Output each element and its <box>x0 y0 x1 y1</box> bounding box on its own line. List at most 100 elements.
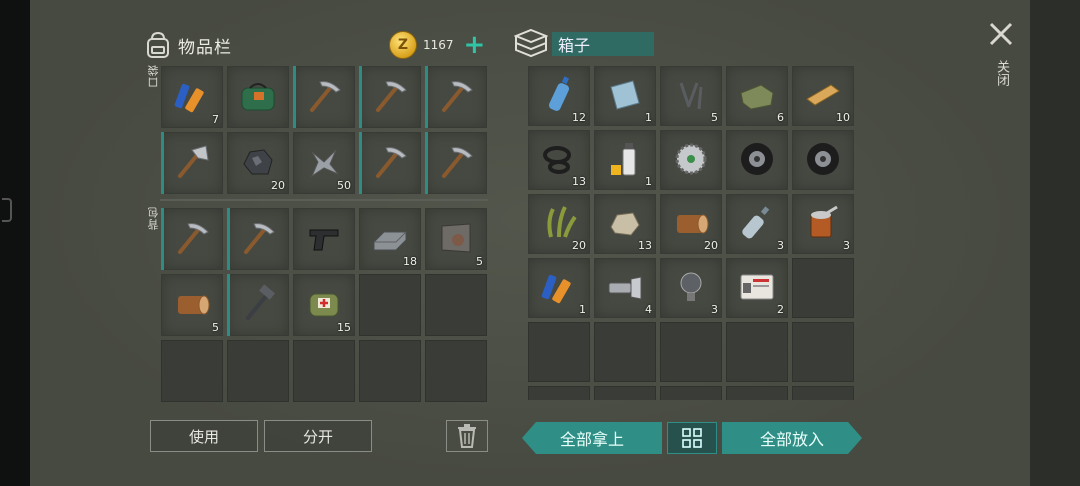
box-slot[interactable] <box>660 386 722 400</box>
box-slot[interactable]: 3 <box>726 194 788 254</box>
backpack-slot[interactable] <box>425 274 487 336</box>
box-slot[interactable]: 4 <box>594 258 656 318</box>
inventory-title: 物品栏 <box>178 37 232 58</box>
box-slot[interactable]: 12 <box>528 66 590 126</box>
item-quantity: 1 <box>645 175 652 188</box>
spray-paint-icon <box>603 137 647 181</box>
backpack-slot[interactable] <box>293 208 355 270</box>
box-slot[interactable] <box>528 386 590 400</box>
box-slot[interactable] <box>726 386 788 400</box>
pockets-slot[interactable] <box>425 132 487 194</box>
trash-button[interactable] <box>446 420 488 452</box>
backpack-slot[interactable] <box>425 340 487 402</box>
tire-icon <box>801 137 845 181</box>
screen-edge-right <box>1030 0 1080 486</box>
trash-icon <box>458 424 476 448</box>
backpack-slot[interactable] <box>227 340 289 402</box>
coin-count: 1167 <box>423 38 454 52</box>
pockets-slot[interactable] <box>359 66 421 128</box>
box-slot[interactable]: 20 <box>660 194 722 254</box>
put-all-button[interactable]: 全部放入 <box>722 422 862 454</box>
close-icon[interactable] <box>987 20 1015 48</box>
box-slot[interactable]: 2 <box>726 258 788 318</box>
item-quantity: 20 <box>572 239 586 252</box>
backpack-slot[interactable] <box>227 208 289 270</box>
backpack-slot[interactable] <box>161 340 223 402</box>
box-slot[interactable] <box>792 386 854 400</box>
pockets-slot[interactable]: 7 <box>161 66 223 128</box>
box-slot[interactable]: 3 <box>792 194 854 254</box>
item-quantity: 10 <box>836 111 850 124</box>
item-quantity: 4 <box>645 303 652 316</box>
box-slot[interactable]: 13 <box>528 130 590 190</box>
pockets-grid: 7 20 50 <box>161 66 487 194</box>
pickaxe-icon <box>434 74 478 118</box>
backpack-slot[interactable] <box>293 340 355 402</box>
box-slot[interactable]: 10 <box>792 66 854 126</box>
plastic-bottle-icon <box>735 201 779 245</box>
coin-icon: Z <box>389 31 417 59</box>
backpack-slot[interactable]: 5 <box>425 208 487 270</box>
box-slot[interactable]: 1 <box>594 66 656 126</box>
pockets-slot[interactable] <box>425 66 487 128</box>
item-quantity: 7 <box>212 113 219 126</box>
pockets-slot[interactable]: 50 <box>293 132 355 194</box>
pockets-slot[interactable] <box>227 66 289 128</box>
box-slot[interactable] <box>792 322 854 382</box>
item-quantity: 6 <box>777 111 784 124</box>
log-icon <box>170 282 214 326</box>
box-slot[interactable] <box>594 386 656 400</box>
light-bulb-icon <box>669 265 713 309</box>
box-slot[interactable] <box>726 130 788 190</box>
box-slot[interactable] <box>594 322 656 382</box>
backpack-slot[interactable] <box>227 274 289 336</box>
box-slot[interactable] <box>726 322 788 382</box>
box-slot[interactable] <box>792 258 854 318</box>
box-slot[interactable] <box>660 130 722 190</box>
pickaxe-icon <box>236 216 280 260</box>
backpack-slot[interactable]: 15 <box>293 274 355 336</box>
box-slot[interactable] <box>660 322 722 382</box>
box-slot[interactable]: 13 <box>594 194 656 254</box>
item-quantity: 5 <box>476 255 483 268</box>
pockets-slot[interactable]: 20 <box>227 132 289 194</box>
pockets-slot[interactable] <box>161 132 223 194</box>
hammer-icon <box>236 282 280 326</box>
add-coins-button[interactable]: + <box>464 32 486 58</box>
box-grid[interactable]: 12 1 5 6 10 13 1 20 13 20 3 3 1 4 3 2 <box>528 66 854 400</box>
pockets-slot[interactable] <box>293 66 355 128</box>
backpack-slot[interactable] <box>359 340 421 402</box>
box-slot[interactable]: 1 <box>528 258 590 318</box>
box-slot[interactable] <box>792 130 854 190</box>
close-label[interactable]: 关闭 <box>992 60 1011 86</box>
batteries-icon <box>537 265 581 309</box>
backpack-slot[interactable]: 5 <box>161 274 223 336</box>
pickaxe-icon <box>368 140 412 184</box>
box-slot[interactable]: 5 <box>660 66 722 126</box>
box-slot[interactable]: 1 <box>594 130 656 190</box>
box-slot[interactable]: 6 <box>726 66 788 126</box>
box-icon <box>514 28 548 58</box>
backpack-slot[interactable]: 18 <box>359 208 421 270</box>
item-quantity: 5 <box>711 111 718 124</box>
box-slot[interactable]: 3 <box>660 258 722 318</box>
item-quantity: 18 <box>403 255 417 268</box>
item-quantity: 1 <box>579 303 586 316</box>
batteries-icon <box>170 74 214 118</box>
backpack-slot[interactable] <box>161 208 223 270</box>
box-slot[interactable] <box>528 322 590 382</box>
backpack-grid: 18 5 5 15 <box>161 208 487 402</box>
box-slot[interactable]: 20 <box>528 194 590 254</box>
pickaxe-icon <box>434 140 478 184</box>
take-all-button[interactable]: 全部拿上 <box>522 422 662 454</box>
item-quantity: 50 <box>337 179 351 192</box>
backpack-label: 背包 <box>147 206 160 230</box>
use-button[interactable]: 使用 <box>150 420 258 452</box>
flashlight-icon <box>603 265 647 309</box>
sort-button[interactable] <box>667 422 717 454</box>
split-button[interactable]: 分开 <box>264 420 372 452</box>
box-title: 箱子 <box>552 32 654 56</box>
pockets-slot[interactable] <box>359 132 421 194</box>
backpack-slot[interactable] <box>359 274 421 336</box>
glass-pane-icon <box>603 73 647 117</box>
